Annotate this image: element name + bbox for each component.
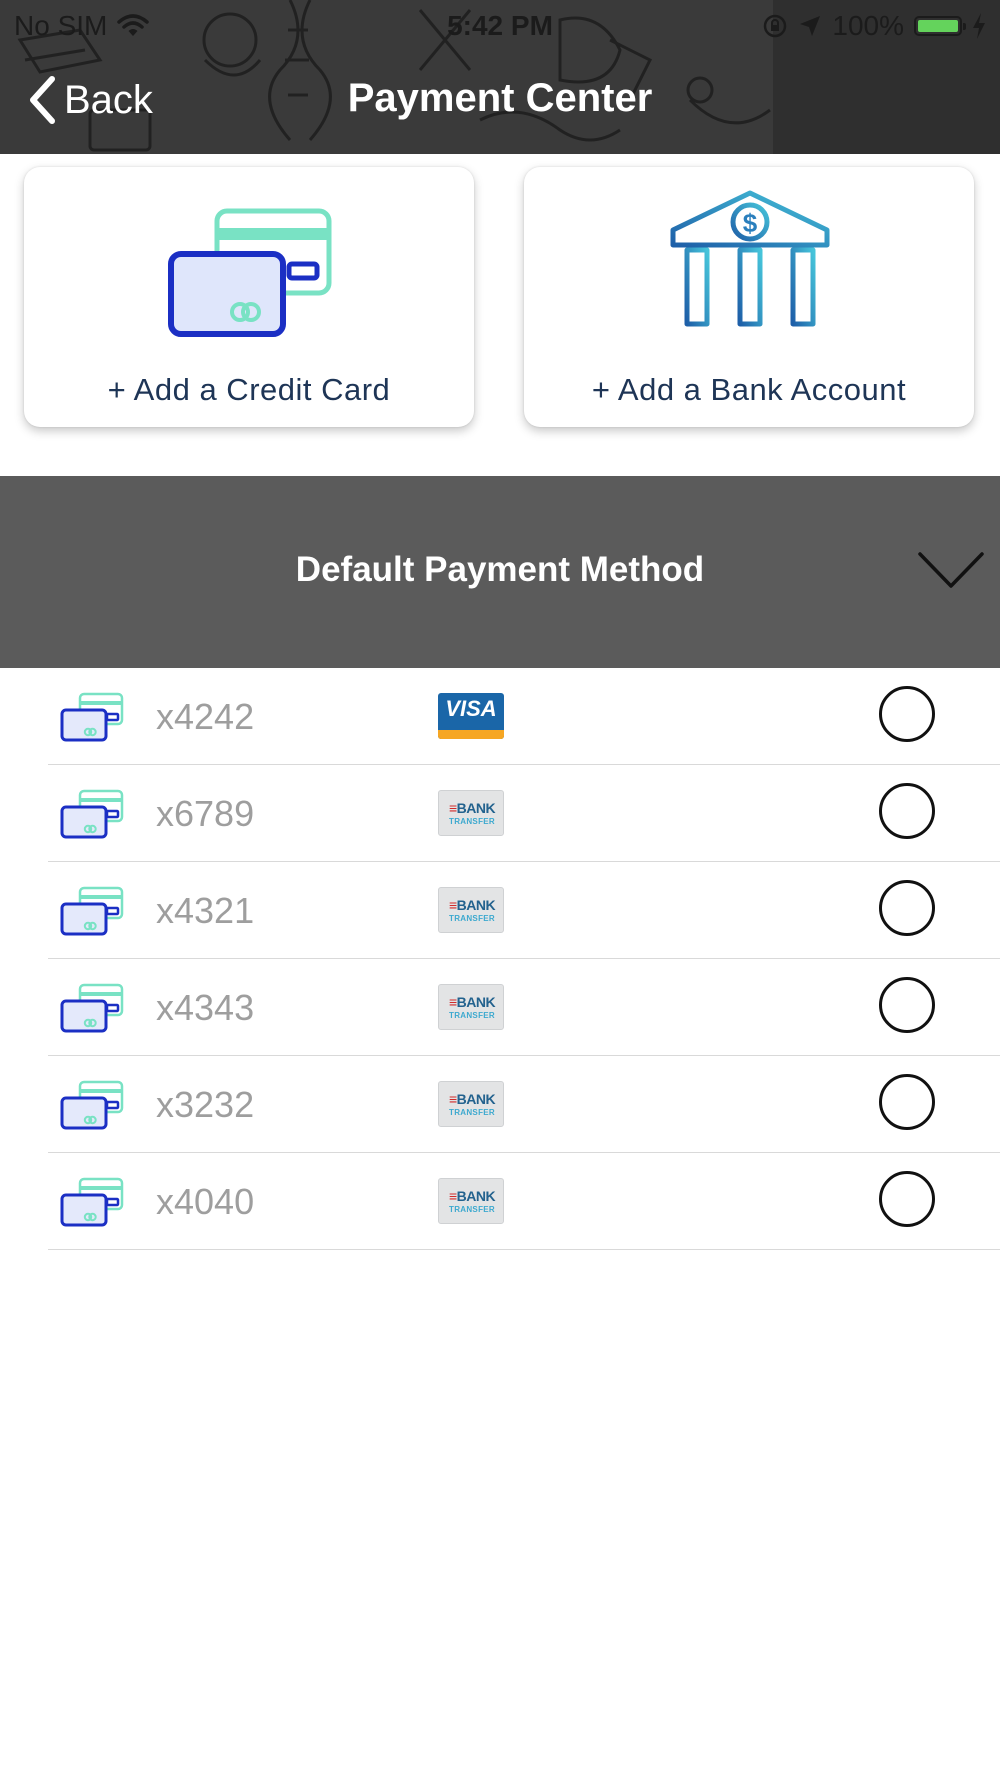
credit-card-icon <box>60 983 124 1033</box>
bank-building-icon: $ <box>669 190 831 345</box>
credit-card-icon <box>60 886 124 936</box>
default-radio-button[interactable] <box>879 686 935 742</box>
location-arrow-icon <box>800 16 821 36</box>
payment-method-row[interactable]: x4343 ≡BANK TRANSFER <box>48 959 1000 1056</box>
add-bank-account-button[interactable]: $ + Add a Bank Account <box>524 167 974 427</box>
payment-method-row[interactable]: x4242 VISA <box>48 668 1000 765</box>
credit-card-icon <box>60 1177 124 1227</box>
header: No SIM 5:42 PM 100% Back Payment Center <box>0 0 1000 154</box>
payment-method-label: x4343 <box>156 987 255 1028</box>
bank-transfer-logo-icon: ≡BANK TRANSFER <box>438 1081 504 1127</box>
default-radio-button[interactable] <box>879 1074 935 1130</box>
bank-transfer-logo-icon: ≡BANK TRANSFER <box>438 1178 504 1224</box>
payment-method-row[interactable]: x6789 ≡BANK TRANSFER <box>48 765 1000 862</box>
page-title: Payment Center <box>347 76 653 120</box>
bank-transfer-logo-icon: ≡BANK TRANSFER <box>438 887 504 933</box>
default-radio-button[interactable] <box>879 1171 935 1227</box>
chevron-down-icon[interactable] <box>918 550 984 590</box>
charging-bolt-icon <box>973 13 985 39</box>
credit-card-icon <box>168 208 332 337</box>
add-credit-card-button[interactable]: + Add a Credit Card <box>24 167 474 427</box>
default-radio-button[interactable] <box>879 783 935 839</box>
payment-method-label: x4242 <box>156 696 255 737</box>
payment-method-row[interactable]: x4321 ≡BANK TRANSFER <box>48 862 1000 959</box>
bank-logo-text: ≡BANK <box>448 1091 496 1107</box>
bank-transfer-logo-icon: ≡BANK TRANSFER <box>438 790 504 836</box>
bank-logo-subtext: TRANSFER <box>449 817 495 826</box>
bank-logo-text: ≡BANK <box>448 994 496 1010</box>
orientation-lock-icon <box>764 14 787 38</box>
visa-logo-text: VISA <box>445 696 497 721</box>
visa-logo-icon: VISA <box>438 693 504 739</box>
payment-method-row[interactable]: x3232 ≡BANK TRANSFER <box>48 1056 1000 1153</box>
battery-percent: 100% <box>832 10 904 41</box>
credit-card-icon <box>60 789 124 839</box>
bank-transfer-logo-icon: ≡BANK TRANSFER <box>438 984 504 1030</box>
credit-card-icon <box>60 692 124 742</box>
section-title: Default Payment Method <box>295 550 705 589</box>
bank-logo-subtext: TRANSFER <box>449 1011 495 1020</box>
default-payment-method-header[interactable]: Default Payment Method <box>0 476 1000 668</box>
payment-method-list: x4242 VISA x6789 ≡BANK TRANSFER x4321 ≡BA… <box>0 668 1000 1250</box>
payment-method-label: x3232 <box>156 1084 255 1125</box>
status-bar: No SIM 5:42 PM 100% <box>0 0 1000 50</box>
default-radio-button[interactable] <box>879 880 935 936</box>
add-credit-card-label: + Add a Credit Card <box>107 372 391 407</box>
credit-card-icon <box>60 1080 124 1130</box>
default-radio-button[interactable] <box>879 977 935 1033</box>
bank-logo-text: ≡BANK <box>448 897 496 913</box>
bank-logo-subtext: TRANSFER <box>449 914 495 923</box>
bank-logo-subtext: TRANSFER <box>449 1108 495 1117</box>
payment-method-label: x4321 <box>156 890 255 931</box>
payment-method-label: x6789 <box>156 793 255 834</box>
bank-logo-text: ≡BANK <box>448 1188 496 1204</box>
payment-method-label: x4040 <box>156 1181 255 1222</box>
payment-method-row[interactable]: x4040 ≡BANK TRANSFER <box>48 1153 1000 1250</box>
battery-icon <box>914 16 966 36</box>
bank-logo-text: ≡BANK <box>448 800 496 816</box>
svg-text:$: $ <box>743 208 758 238</box>
add-bank-account-label: + Add a Bank Account <box>591 372 907 407</box>
bank-logo-subtext: TRANSFER <box>449 1205 495 1214</box>
